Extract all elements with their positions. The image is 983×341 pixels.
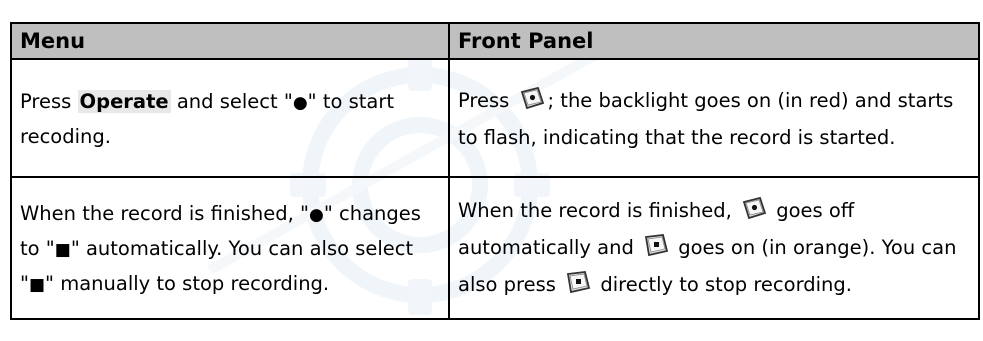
- header-menu: Menu: [10, 22, 450, 60]
- stop-button-icon: [643, 233, 669, 268]
- record-glyph: ●: [308, 204, 324, 225]
- stop-glyph: ■: [54, 239, 71, 260]
- operate-key-label: Operate: [77, 89, 171, 113]
- table-header-row: Menu Front Panel: [10, 22, 980, 60]
- record-button-icon: [741, 196, 767, 231]
- record-glyph: ●: [292, 92, 308, 113]
- steps-table: Menu Front Panel Press Operate and selec…: [10, 22, 980, 320]
- cell-front-panel-stop: When the record is finished, goes off au…: [448, 176, 980, 320]
- cell-menu-start: Press Operate and select "●" to start re…: [10, 58, 450, 178]
- header-front-panel: Front Panel: [448, 22, 980, 60]
- table-row: When the record is finished, "●" changes…: [10, 176, 980, 320]
- clipped-section-heading: [0, 0, 983, 22]
- stop-button-icon: [565, 270, 591, 305]
- stop-glyph: ■: [28, 274, 46, 295]
- cell-front-panel-start: Press ; the backlight goes on (in red) a…: [448, 58, 980, 178]
- cell-menu-stop: When the record is finished, "●" changes…: [10, 176, 450, 320]
- table-row: Press Operate and select "●" to start re…: [10, 58, 980, 178]
- record-button-icon: [519, 86, 545, 121]
